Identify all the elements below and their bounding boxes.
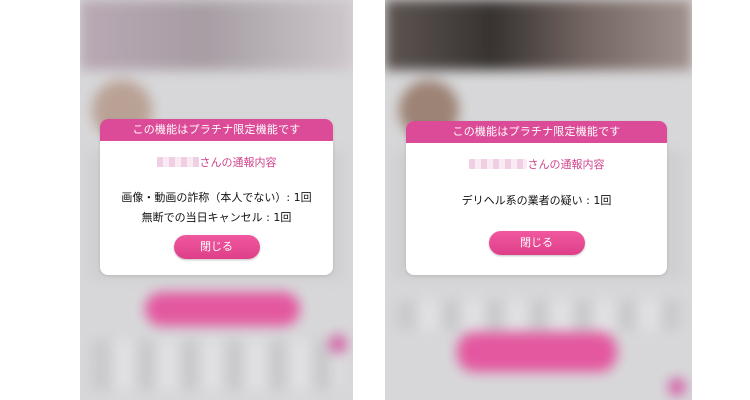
blurred-icon-row: [92, 340, 341, 390]
blurred-corner-badge: [329, 335, 347, 353]
close-button[interactable]: 閉じる: [488, 231, 585, 255]
report-title-suffix: さんの通報内容: [527, 158, 605, 171]
blurred-icon-row: [397, 300, 680, 330]
blurred-corner-badge: [668, 378, 686, 396]
report-item: デリヘル系の業者の疑い : 1回: [461, 194, 612, 207]
blurred-action-button: [457, 332, 617, 372]
redacted-username: [468, 159, 527, 169]
modal-header: この機能はプラチナ限定機能です: [100, 119, 333, 141]
report-title-suffix: さんの通報内容: [199, 156, 277, 169]
redacted-username: [156, 157, 199, 167]
blurred-cover-photo: [385, 0, 692, 70]
report-modal: この機能はプラチナ限定機能です さんの通報内容 画像・動画の詐称（本人でない）:…: [100, 119, 333, 275]
report-content: 画像・動画の詐称（本人でない）: 1回 無断での当日キャンセル : 1回: [100, 188, 333, 228]
blurred-cover-photo: [80, 0, 353, 70]
modal-header: この機能はプラチナ限定機能です: [406, 121, 667, 143]
report-content: デリヘル系の業者の疑い : 1回: [406, 191, 667, 211]
close-button[interactable]: 閉じる: [173, 235, 260, 259]
report-item: 無断での当日キャンセル : 1回: [141, 211, 292, 224]
report-title: さんの通報内容: [100, 156, 333, 170]
report-modal: この機能はプラチナ限定機能です さんの通報内容 デリヘル系の業者の疑い : 1回…: [406, 121, 667, 275]
report-item: 画像・動画の詐称（本人でない）: 1回: [121, 191, 312, 204]
phone-screenshot-right: この機能はプラチナ限定機能です さんの通報内容 デリヘル系の業者の疑い : 1回…: [385, 0, 692, 400]
blurred-action-button: [145, 292, 300, 326]
comparison-stage: この機能はプラチナ限定機能です さんの通報内容 画像・動画の詐称（本人でない）:…: [0, 0, 750, 400]
phone-screenshot-left: この機能はプラチナ限定機能です さんの通報内容 画像・動画の詐称（本人でない）:…: [80, 0, 353, 400]
report-title: さんの通報内容: [406, 158, 667, 172]
